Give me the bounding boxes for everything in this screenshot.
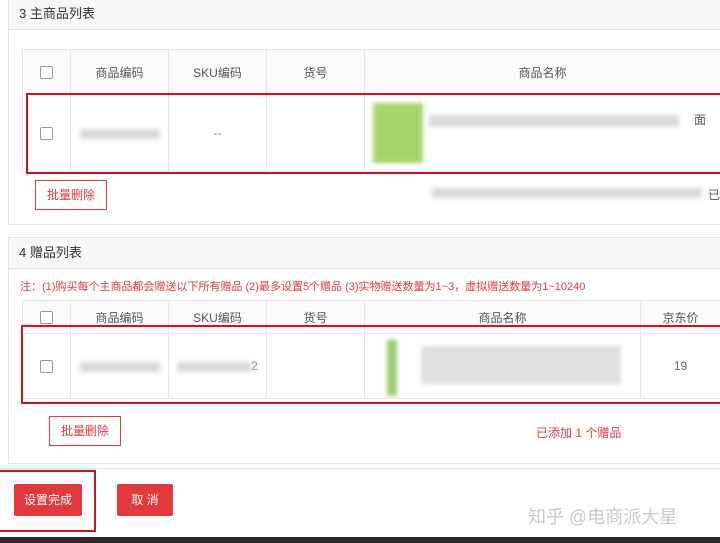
gift-col-product-code: 商品编码 [70,300,169,334]
gift-sku-redacted [177,361,252,372]
col-product-code: 商品编码 [70,49,169,95]
gift-batch-delete-button[interactable]: 批量删除 [49,416,121,446]
col-item-number: 货号 [266,49,365,95]
gift-added-count: 已添加 1 个赠品 [536,426,622,440]
cancel-button[interactable]: 取 消 [117,484,173,516]
gift-col-sku-code: SKU编码 [168,300,267,334]
gift-rules-note: 注：(1)购买每个主商品都会赠送以下所有赠品 (2)最多设置5个赠品 (3)实物… [20,281,586,293]
select-all-checkbox[interactable] [40,66,53,80]
product-code-redacted [79,128,160,139]
product-name-redacted [429,115,679,127]
gift-table: 商品编码 SKU编码 货号 商品名称 京东价 2 19 [22,300,720,399]
col-sku-code: SKU编码 [168,49,267,95]
gift-select-all-checkbox[interactable] [40,311,53,325]
gift-sku-tail: 2 [251,359,258,373]
main-goods-title: 3 主商品列表 [9,0,720,30]
gift-row-checkbox[interactable] [40,360,53,374]
gift-item-number [266,333,365,399]
gift-col-item-number: 货号 [266,300,365,334]
gift-table-header: 商品编码 SKU编码 货号 商品名称 京东价 [22,300,720,334]
gift-jd-price: 19 [640,333,720,399]
col-product-name: 商品名称 [364,49,720,95]
gift-name-redacted [421,346,621,384]
product-thumbnail [373,103,423,163]
gift-col-product-name: 商品名称 [364,300,641,334]
sku-code: -- [168,94,267,172]
main-status-tail: 已 [708,188,720,202]
main-table-header: 商品编码 SKU编码 货号 商品名称 [22,49,720,95]
product-name-tail: 面 [693,113,706,127]
main-batch-delete-button[interactable]: 批量删除 [35,180,107,210]
gift-col-jd-price: 京东价 [640,300,720,334]
row-checkbox[interactable] [40,127,53,141]
gift-thumbnail [387,340,397,396]
footer-divider [0,468,720,469]
gift-product-code-redacted [79,361,160,372]
item-number [266,94,365,172]
table-row: -- 面 [22,94,720,172]
bottom-edge [0,537,720,543]
main-status-redacted [432,188,702,198]
gift-title: 4 赠品列表 [9,238,720,269]
table-row: 2 19 [22,333,720,399]
main-goods-table: 商品编码 SKU编码 货号 商品名称 -- 面 [22,49,720,172]
zhihu-watermark: 知乎 @电商派大星 [528,507,678,527]
confirm-settings-button[interactable]: 设置完成 [14,484,82,516]
